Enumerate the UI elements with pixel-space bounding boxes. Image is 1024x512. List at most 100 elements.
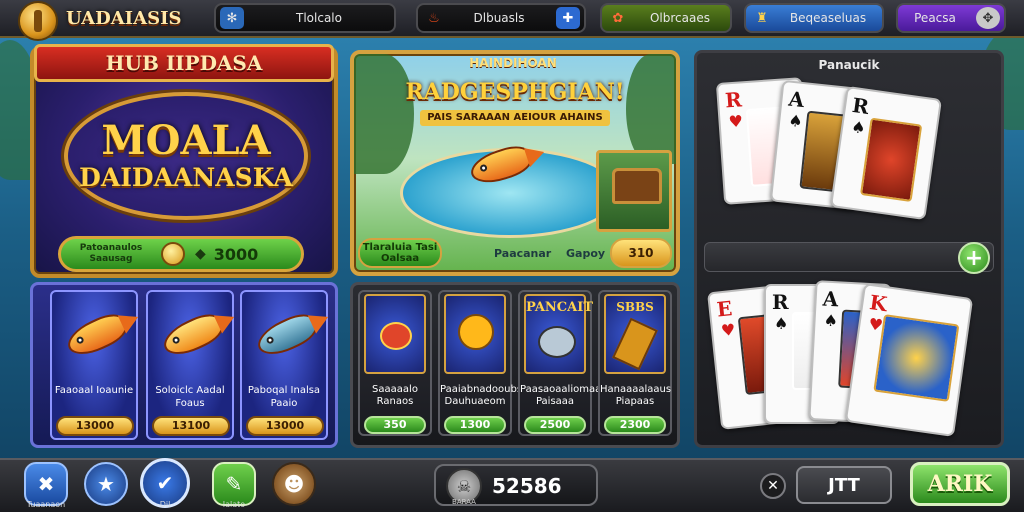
cards-panel-title: Panaucik (818, 58, 880, 72)
app-logo-icon[interactable] (18, 1, 58, 41)
top-pill-inventory[interactable]: ♨ Dlbuasls ✚ (416, 3, 586, 33)
item-card-name: Paaiabnadooubsa Dauhuaeom (440, 384, 529, 407)
item-card-name: Paasaoaaliomaa Paisaaa (520, 384, 602, 407)
card-rank: R (772, 290, 789, 314)
item-card-name: Hanaaaalaaus Piapaas (600, 384, 672, 407)
fish-card-price[interactable]: 13000 (246, 416, 324, 436)
spade-icon: ♠ (774, 314, 789, 333)
playing-card[interactable]: K ♥ (844, 283, 974, 437)
treasure-icon: ♜ (756, 10, 768, 26)
fish-icon (158, 308, 228, 362)
item-card[interactable]: Saaaaalo Ranaos 350 (358, 290, 432, 436)
item-art: SBBS (604, 294, 666, 374)
character-button[interactable]: ☻ (272, 462, 316, 506)
add-card-button[interactable]: + (958, 242, 990, 274)
fish-card[interactable]: Paboqal Inalsa Paaio 13000 (240, 290, 328, 440)
featured-price-button[interactable]: 310 (610, 238, 672, 268)
plus-cross-icon[interactable]: ✚ (556, 7, 580, 29)
star-icon: ★ (97, 472, 115, 496)
item-card-price[interactable]: 350 (364, 416, 426, 434)
game-logo[interactable]: MOALA DAIDAANASKA (64, 92, 308, 220)
item-art-label: SBBS (616, 300, 654, 314)
fish-icon (252, 308, 322, 362)
featured-label: Gapoy (566, 247, 606, 260)
featured-subtitle: PAIS SARAAAN AEIOUR AHAINS (420, 110, 610, 126)
item-card-price[interactable]: 2300 (604, 416, 666, 434)
favorites-button[interactable]: ★ (84, 462, 128, 506)
top-pill-profile[interactable]: Peacsa ✥ (896, 3, 1006, 33)
pufferfish-icon (458, 314, 494, 350)
item-card[interactable]: SBBS Hanaaaalaaus Piapaas 2300 (598, 290, 672, 436)
fire-icon: ♨ (428, 10, 440, 26)
game-logo-line1: MOALA (101, 117, 271, 164)
card-rank: A (822, 286, 839, 312)
fish-card[interactable]: Faaoaal Ioaunie 13000 (50, 290, 138, 440)
playing-card[interactable]: R ♠ (829, 85, 943, 221)
item-card-price[interactable]: 1300 (444, 416, 506, 434)
top-pill-label: Beqeaseluas (789, 11, 867, 25)
card-art (873, 314, 960, 402)
bet-value-box[interactable]: JTT (796, 466, 892, 504)
anglerfish-icon (538, 326, 576, 358)
coin-icon (161, 242, 185, 266)
app-title: UADAIASIS (66, 7, 182, 29)
crab-icon (380, 322, 412, 350)
game-logo-line2: DAIDAANASKA (79, 163, 293, 192)
heart-icon: ♥ (727, 111, 744, 132)
fish-card-name: Paboqal Inalsa Paaio (247, 385, 321, 409)
action-button[interactable]: ARIK (910, 462, 1010, 506)
card-rank: E (715, 296, 734, 322)
top-pill-label: Tlolcalo (296, 11, 342, 25)
item-art (364, 294, 426, 374)
top-pill-label: Dlbuasls (473, 11, 525, 25)
featured-title: RADGESPHGIAN! (405, 79, 625, 105)
hub-reward-amount: 3000 (213, 244, 259, 264)
pirate-face-icon: ☻ (283, 472, 305, 496)
snowflake-icon: ✻ (220, 7, 244, 29)
item-card-price[interactable]: 2500 (524, 416, 586, 434)
hub-reward-bar[interactable]: Patoanaulos Saausag ◆ 3000 (58, 236, 304, 272)
item-art: PANCAIT (524, 294, 593, 374)
item-card[interactable]: PANCAIT Paasaoaaliomaa Paisaaa 2500 (518, 290, 602, 436)
top-pill-shop[interactable]: ♜ Beqeaseluas (744, 3, 884, 33)
top-pill-rewards[interactable]: ✿ Olbrcaaes (600, 3, 732, 33)
card-art (859, 117, 923, 203)
item-card-name: Saaaaalo Ranaos (372, 384, 418, 407)
nav-label: Dil (159, 500, 171, 509)
hub-reward-label: Patoanaulos Saausag (79, 243, 143, 264)
flower-icon: ✿ (612, 10, 624, 26)
close-icon[interactable]: ✕ (760, 473, 786, 499)
balance-caption: BARAA (452, 498, 476, 506)
featured-kicker: HAINDIHOAN (469, 56, 557, 70)
cards-divider (704, 242, 994, 272)
dpad-icon[interactable]: ✥ (976, 7, 1000, 29)
top-pill-settings[interactable]: ✻ Tlolcalo (214, 3, 396, 33)
item-card[interactable]: Paaiabnadooubsa Dauhuaeom 1300 (438, 290, 529, 436)
spade-icon: ♠ (787, 110, 804, 132)
featured-left-button[interactable]: Tlaraluia Tasi Oalsaa (358, 238, 442, 268)
item-art (444, 294, 506, 374)
card-rank: R (850, 92, 871, 120)
balance-display: ☠ 52586 BARAA (434, 464, 598, 506)
chevron-down-icon: ✔ (156, 471, 174, 495)
hub-banner: HUB IIPDASA (34, 44, 334, 82)
card-rank: R (724, 87, 743, 113)
heart-icon: ♥ (720, 319, 737, 341)
top-pill-label: Peacsa (914, 11, 956, 25)
diamond-icon: ◆ (195, 246, 206, 262)
notepad-icon: ✎ (225, 472, 243, 496)
nav-label: Tuaanaon (26, 500, 66, 509)
top-pill-label: Olbrcaaes (649, 11, 710, 25)
card-rank: A (787, 86, 806, 113)
fish-card-name: Faaoaal Ioaunie (54, 385, 134, 396)
nav-label: Ialato (222, 500, 246, 509)
spade-icon: ♠ (850, 117, 867, 138)
fish-icon (62, 308, 132, 362)
item-art-label: PANCAIT (526, 300, 593, 315)
balance-value: 52586 (492, 474, 562, 498)
fish-card-price[interactable]: 13000 (56, 416, 134, 436)
fish-card[interactable]: Soloiclc Aadal Foaus 13100 (146, 290, 234, 440)
top-bar: UADAIASIS ✻ Tlolcalo ♨ Dlbuasls ✚ ✿ Olbr… (0, 0, 1024, 41)
wrench-icon: ✖ (37, 472, 55, 496)
fish-card-price[interactable]: 13100 (152, 416, 230, 436)
